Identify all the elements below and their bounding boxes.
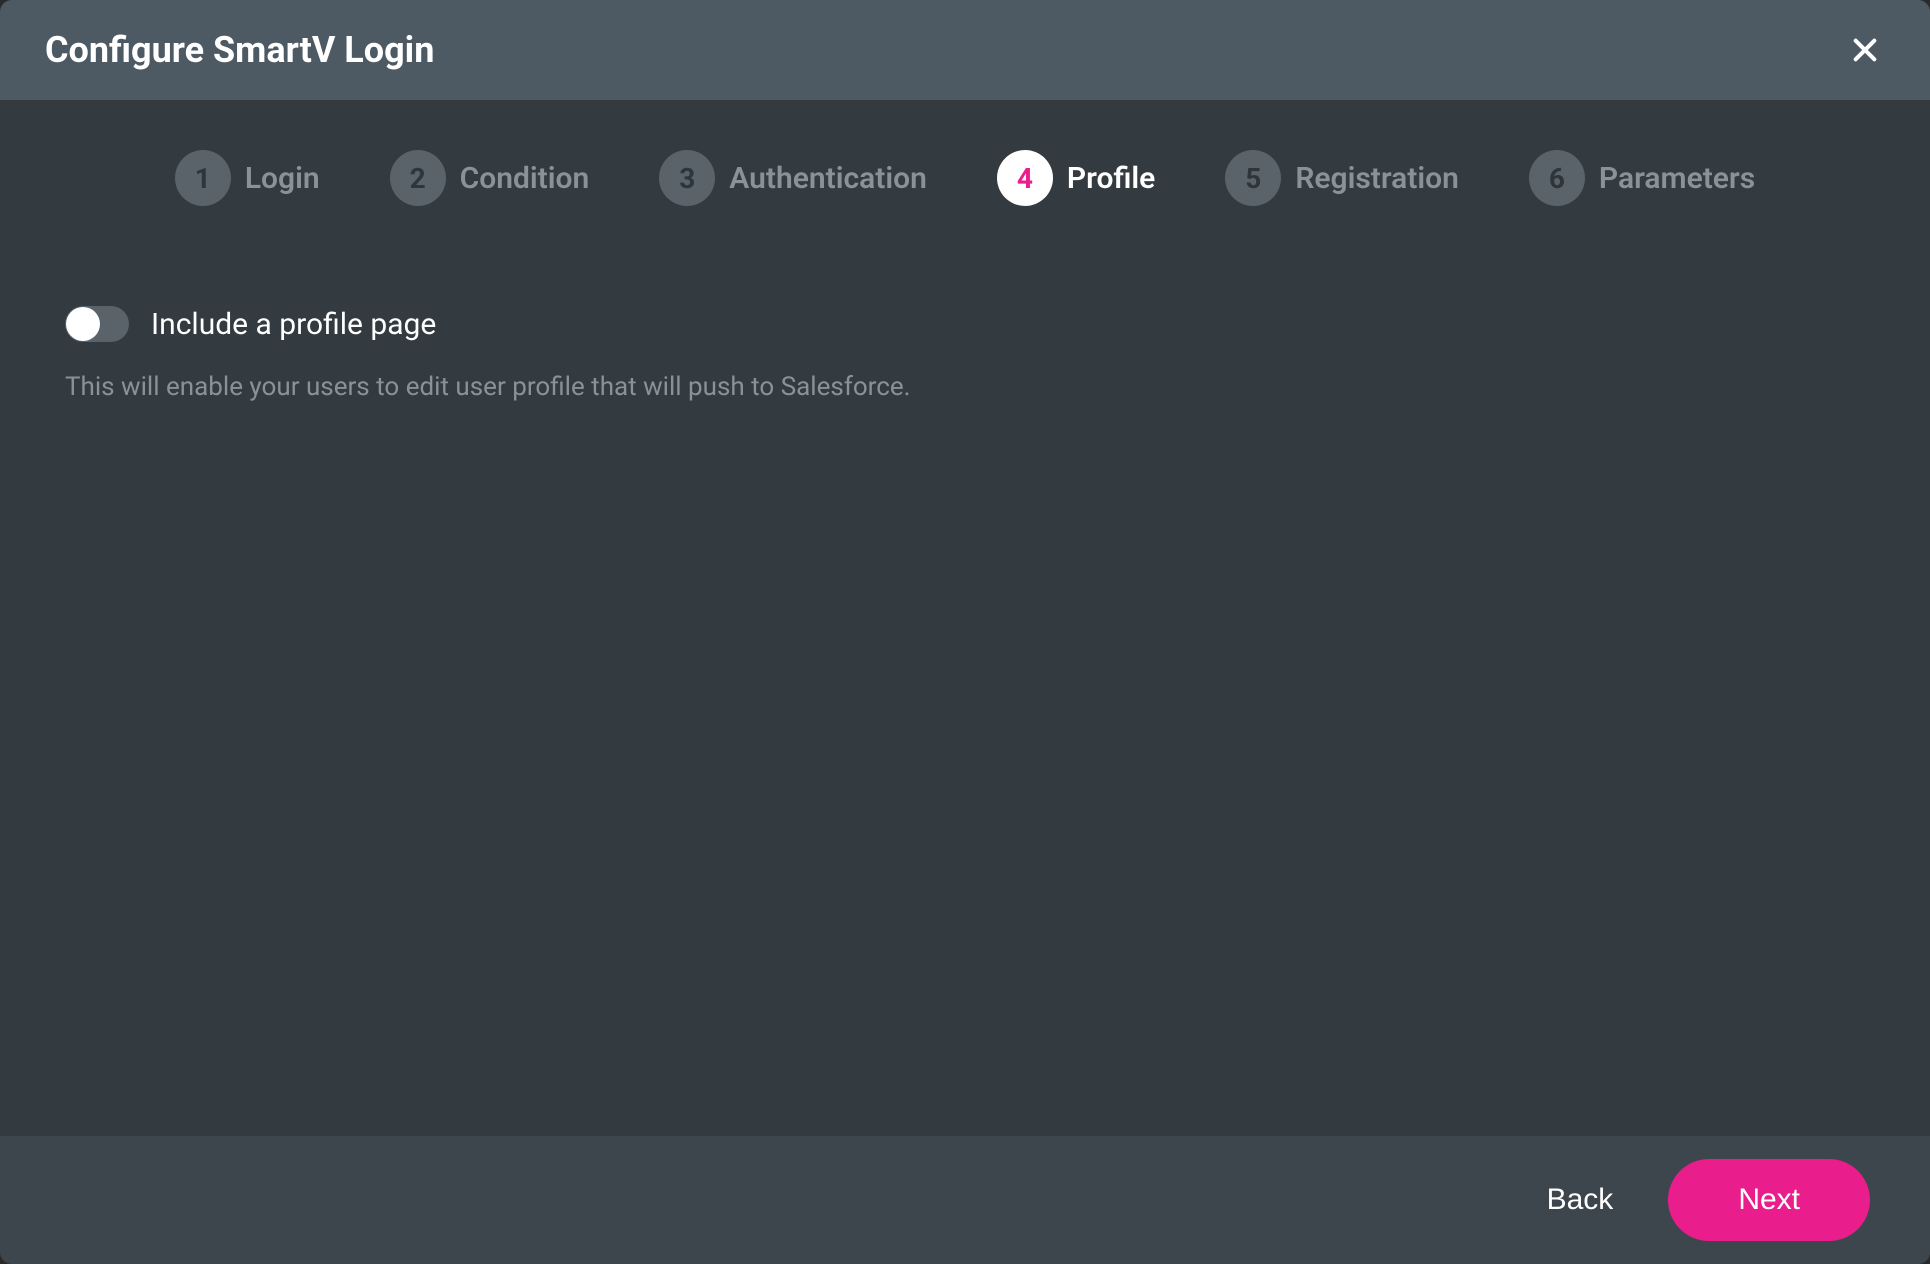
toggle-row: Include a profile page [65, 306, 1865, 342]
modal-footer: Back Next [0, 1136, 1930, 1264]
close-icon [1849, 34, 1881, 66]
include-profile-toggle[interactable] [65, 306, 129, 342]
content-area: Include a profile page This will enable … [0, 246, 1930, 1136]
step-profile[interactable]: 4 Profile [997, 150, 1155, 206]
step-number: 6 [1529, 150, 1585, 206]
modal-container: Configure SmartV Login 1 Login 2 Conditi… [0, 0, 1930, 1264]
back-button[interactable]: Back [1547, 1183, 1614, 1217]
description-text: This will enable your users to edit user… [65, 372, 1865, 402]
toggle-knob [66, 307, 100, 341]
stepper: 1 Login 2 Condition 3 Authentication 4 P… [0, 100, 1930, 246]
step-authentication[interactable]: 3 Authentication [659, 150, 927, 206]
close-button[interactable] [1845, 30, 1885, 70]
step-number: 3 [659, 150, 715, 206]
step-number: 4 [997, 150, 1053, 206]
step-label: Login [245, 161, 320, 196]
toggle-label: Include a profile page [151, 307, 436, 342]
step-label: Parameters [1599, 161, 1755, 196]
step-condition[interactable]: 2 Condition [390, 150, 590, 206]
step-label: Authentication [729, 161, 927, 196]
step-login[interactable]: 1 Login [175, 150, 320, 206]
step-number: 1 [175, 150, 231, 206]
step-label: Condition [460, 161, 590, 196]
step-number: 5 [1225, 150, 1281, 206]
step-label: Profile [1067, 161, 1155, 196]
step-parameters[interactable]: 6 Parameters [1529, 150, 1755, 206]
step-number: 2 [390, 150, 446, 206]
next-button[interactable]: Next [1668, 1159, 1870, 1241]
step-registration[interactable]: 5 Registration [1225, 150, 1459, 206]
modal-header: Configure SmartV Login [0, 0, 1930, 100]
step-label: Registration [1295, 161, 1459, 196]
modal-title: Configure SmartV Login [45, 29, 434, 71]
